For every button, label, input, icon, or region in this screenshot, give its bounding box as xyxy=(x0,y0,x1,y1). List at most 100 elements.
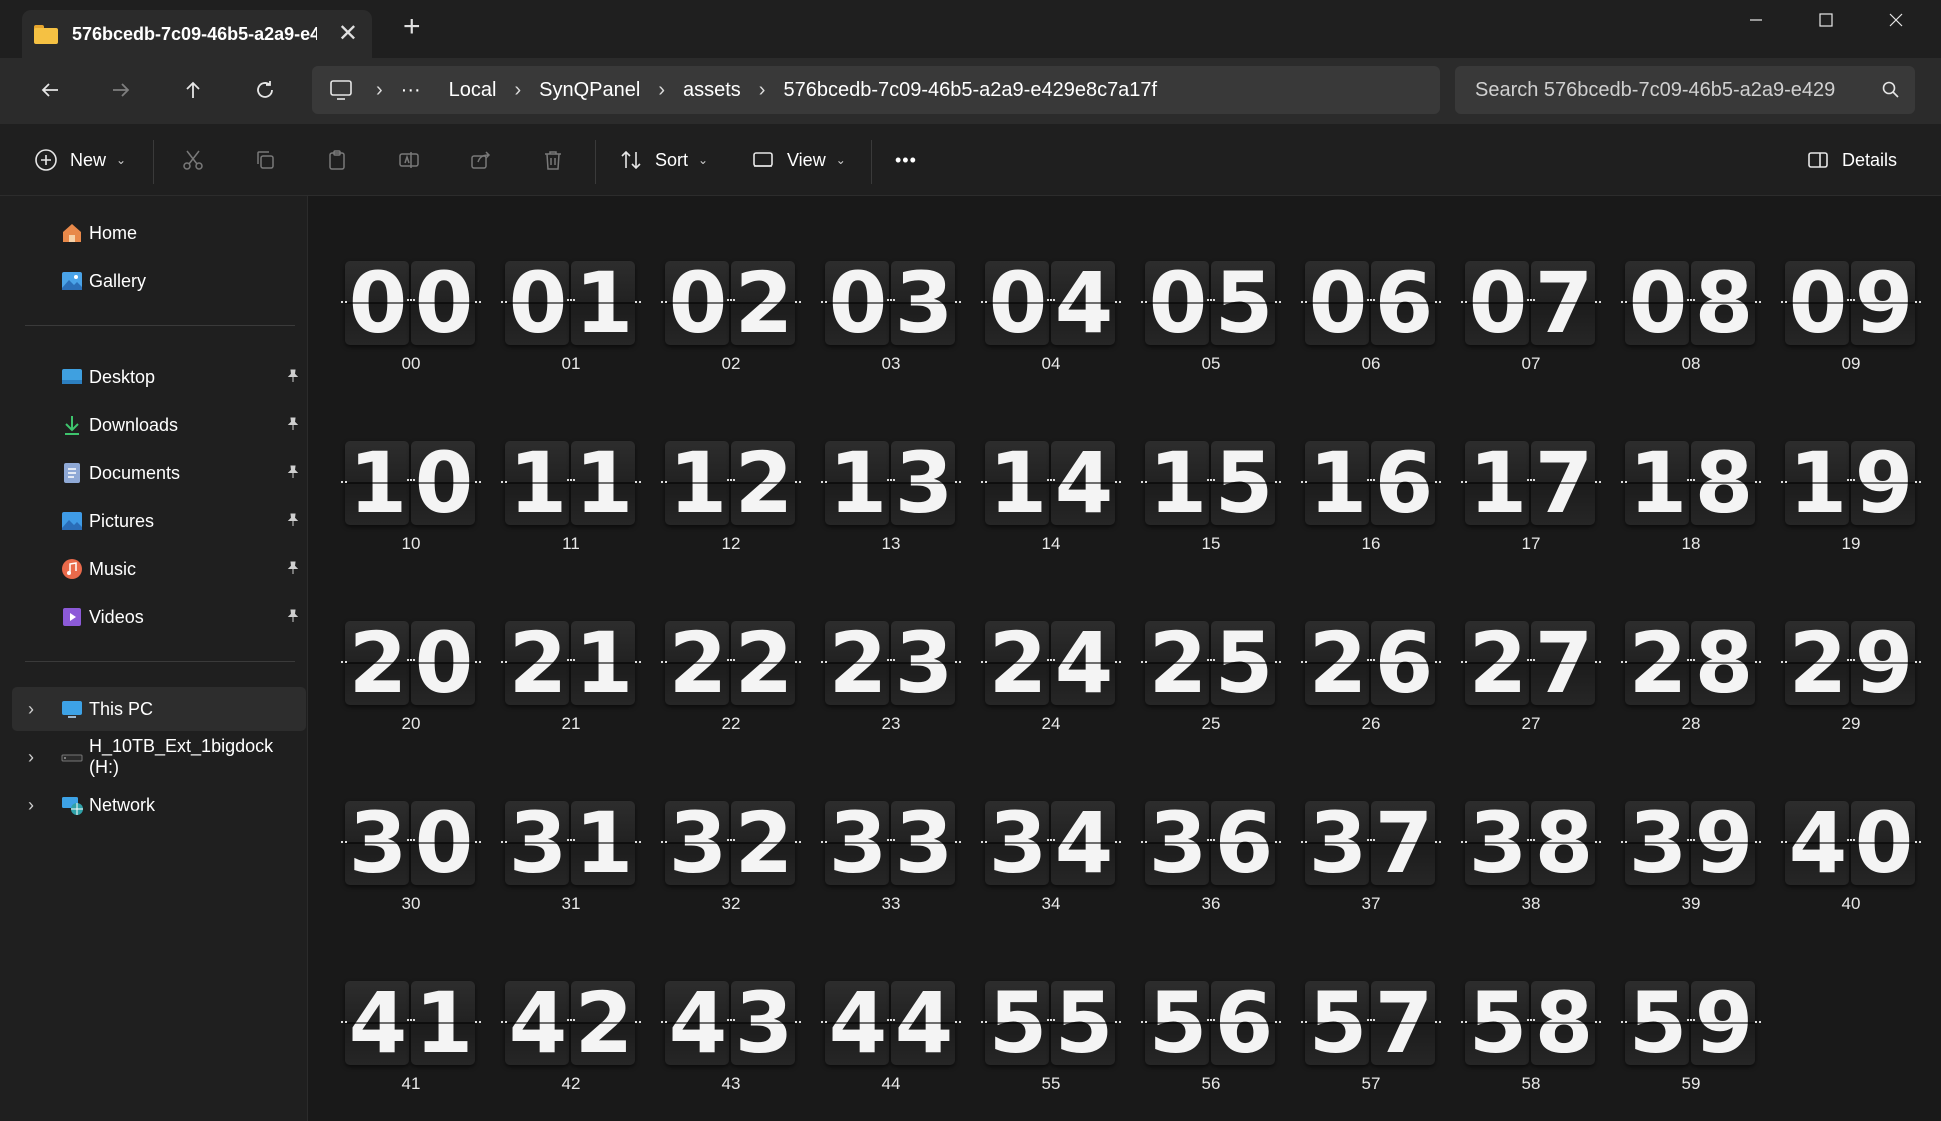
file-item[interactable]: 4 3 43 xyxy=(661,916,801,1093)
minimize-button[interactable] xyxy=(1721,0,1791,40)
address-bar[interactable]: › ··· Local › SynQPanel › assets › 576bc… xyxy=(312,66,1440,114)
file-item[interactable]: 0 3 03 xyxy=(821,196,961,373)
tab-active[interactable]: 576bcedb-7c09-46b5-a2a9-e429e8c7a17f ✕ xyxy=(22,10,372,58)
more-options-button[interactable]: ••• xyxy=(895,140,917,180)
expand-chevron-icon[interactable]: › xyxy=(28,699,34,720)
file-item[interactable]: 2 1 21 xyxy=(501,556,641,733)
file-item[interactable]: 1 0 10 xyxy=(341,376,481,553)
file-item[interactable]: 3 7 37 xyxy=(1301,736,1441,913)
pin-icon[interactable] xyxy=(286,369,300,386)
file-item[interactable]: 2 9 29 xyxy=(1781,556,1921,733)
sidebar-item-this-pc[interactable]: › This PC xyxy=(12,687,306,731)
view-button[interactable]: View ⌄ xyxy=(751,140,846,180)
file-item[interactable]: 0 4 04 xyxy=(981,196,1121,373)
file-item[interactable]: 5 5 55 xyxy=(981,916,1121,1093)
breadcrumb-separator[interactable]: › xyxy=(376,79,383,102)
pin-icon[interactable] xyxy=(286,561,300,578)
tab-close-icon[interactable]: ✕ xyxy=(338,22,358,46)
file-item[interactable]: 3 0 30 xyxy=(341,736,481,913)
file-item[interactable]: 3 8 38 xyxy=(1461,736,1601,913)
new-button[interactable]: New ⌄ xyxy=(34,140,126,180)
file-item[interactable]: 3 9 39 xyxy=(1621,736,1761,913)
back-button[interactable] xyxy=(30,70,70,110)
breadcrumb-current-folder[interactable]: 576bcedb-7c09-46b5-a2a9-e429e8c7a17f xyxy=(783,79,1157,102)
file-item[interactable]: 5 6 56 xyxy=(1141,916,1281,1093)
file-item[interactable]: 1 7 17 xyxy=(1461,376,1601,553)
file-item[interactable]: 0 2 02 xyxy=(661,196,801,373)
file-item[interactable]: 2 8 28 xyxy=(1621,556,1761,733)
file-item[interactable]: 2 3 23 xyxy=(821,556,961,733)
close-window-button[interactable] xyxy=(1861,0,1931,40)
expand-chevron-icon[interactable]: › xyxy=(28,795,34,816)
maximize-button[interactable] xyxy=(1791,0,1861,40)
copy-button[interactable] xyxy=(253,140,277,180)
up-button[interactable] xyxy=(173,70,213,110)
sidebar-item-documents[interactable]: Documents xyxy=(12,451,306,495)
sidebar-item-gallery[interactable]: Gallery xyxy=(12,259,306,303)
file-item[interactable]: 0 8 08 xyxy=(1621,196,1761,373)
file-item[interactable]: 4 1 41 xyxy=(341,916,481,1093)
file-item[interactable]: 3 3 33 xyxy=(821,736,961,913)
file-item[interactable]: 2 0 20 xyxy=(341,556,481,733)
file-item[interactable]: 4 0 40 xyxy=(1781,736,1921,913)
search-box[interactable]: Search 576bcedb-7c09-46b5-a2a9-e429 xyxy=(1455,66,1915,114)
file-item[interactable]: 1 6 16 xyxy=(1301,376,1441,553)
file-item[interactable]: 1 9 19 xyxy=(1781,376,1921,553)
file-item[interactable]: 1 4 14 xyxy=(981,376,1121,553)
file-item[interactable]: 3 2 32 xyxy=(661,736,801,913)
sidebar-item-music[interactable]: Music xyxy=(12,547,306,591)
file-item[interactable]: 0 7 07 xyxy=(1461,196,1601,373)
breadcrumb-separator[interactable]: › xyxy=(759,79,766,102)
file-item[interactable]: 0 0 00 xyxy=(341,196,481,373)
new-tab-button[interactable]: + xyxy=(403,12,421,42)
file-item[interactable]: 0 5 05 xyxy=(1141,196,1281,373)
refresh-button[interactable] xyxy=(245,70,285,110)
breadcrumb-local[interactable]: Local xyxy=(449,79,497,102)
file-item[interactable]: 3 6 36 xyxy=(1141,736,1281,913)
sort-button[interactable]: Sort ⌄ xyxy=(619,140,708,180)
file-item[interactable]: 1 8 18 xyxy=(1621,376,1761,553)
file-item[interactable]: 2 5 25 xyxy=(1141,556,1281,733)
cut-button[interactable] xyxy=(181,140,205,180)
share-button[interactable] xyxy=(469,140,493,180)
file-item[interactable]: 3 4 34 xyxy=(981,736,1121,913)
file-item[interactable]: 1 2 12 xyxy=(661,376,801,553)
file-item[interactable]: 2 4 24 xyxy=(981,556,1121,733)
forward-button[interactable] xyxy=(101,70,141,110)
sidebar-item-downloads[interactable]: Downloads xyxy=(12,403,306,447)
breadcrumb-separator[interactable]: › xyxy=(514,79,521,102)
file-item[interactable]: 2 7 27 xyxy=(1461,556,1601,733)
pin-icon[interactable] xyxy=(286,609,300,626)
file-item[interactable]: 0 9 09 xyxy=(1781,196,1921,373)
file-item[interactable]: 3 1 31 xyxy=(501,736,641,913)
sidebar-item-videos[interactable]: Videos xyxy=(12,595,306,639)
file-item[interactable]: 1 1 11 xyxy=(501,376,641,553)
breadcrumb-assets[interactable]: assets xyxy=(683,79,741,102)
sidebar-item-desktop[interactable]: Desktop xyxy=(12,355,306,399)
file-item[interactable]: 5 9 59 xyxy=(1621,916,1761,1093)
sidebar-item-external-drive[interactable]: › H_10TB_Ext_1bigdock (H:) xyxy=(12,735,306,779)
pin-icon[interactable] xyxy=(286,465,300,482)
expand-chevron-icon[interactable]: › xyxy=(28,747,34,768)
file-item[interactable]: 0 6 06 xyxy=(1301,196,1441,373)
file-item[interactable]: 5 8 58 xyxy=(1461,916,1601,1093)
file-item[interactable]: 4 4 44 xyxy=(821,916,961,1093)
details-button[interactable]: Details xyxy=(1806,140,1897,180)
delete-button[interactable] xyxy=(541,140,565,180)
sidebar-item-home[interactable]: Home xyxy=(12,211,306,255)
file-item[interactable]: 5 7 57 xyxy=(1301,916,1441,1093)
pin-icon[interactable] xyxy=(286,417,300,434)
file-item[interactable]: 1 5 15 xyxy=(1141,376,1281,553)
breadcrumb-synqpanel[interactable]: SynQPanel xyxy=(539,79,640,102)
file-item[interactable]: 0 1 01 xyxy=(501,196,641,373)
rename-button[interactable] xyxy=(397,140,421,180)
sidebar-item-pictures[interactable]: Pictures xyxy=(12,499,306,543)
search-input[interactable]: Search 576bcedb-7c09-46b5-a2a9-e429 xyxy=(1475,79,1881,102)
file-item[interactable]: 4 2 42 xyxy=(501,916,641,1093)
file-item[interactable]: 2 6 26 xyxy=(1301,556,1441,733)
pin-icon[interactable] xyxy=(286,513,300,530)
breadcrumb-separator[interactable]: › xyxy=(658,79,665,102)
file-item[interactable]: 2 2 22 xyxy=(661,556,801,733)
breadcrumb-overflow[interactable]: ··· xyxy=(401,79,421,102)
file-item[interactable]: 1 3 13 xyxy=(821,376,961,553)
